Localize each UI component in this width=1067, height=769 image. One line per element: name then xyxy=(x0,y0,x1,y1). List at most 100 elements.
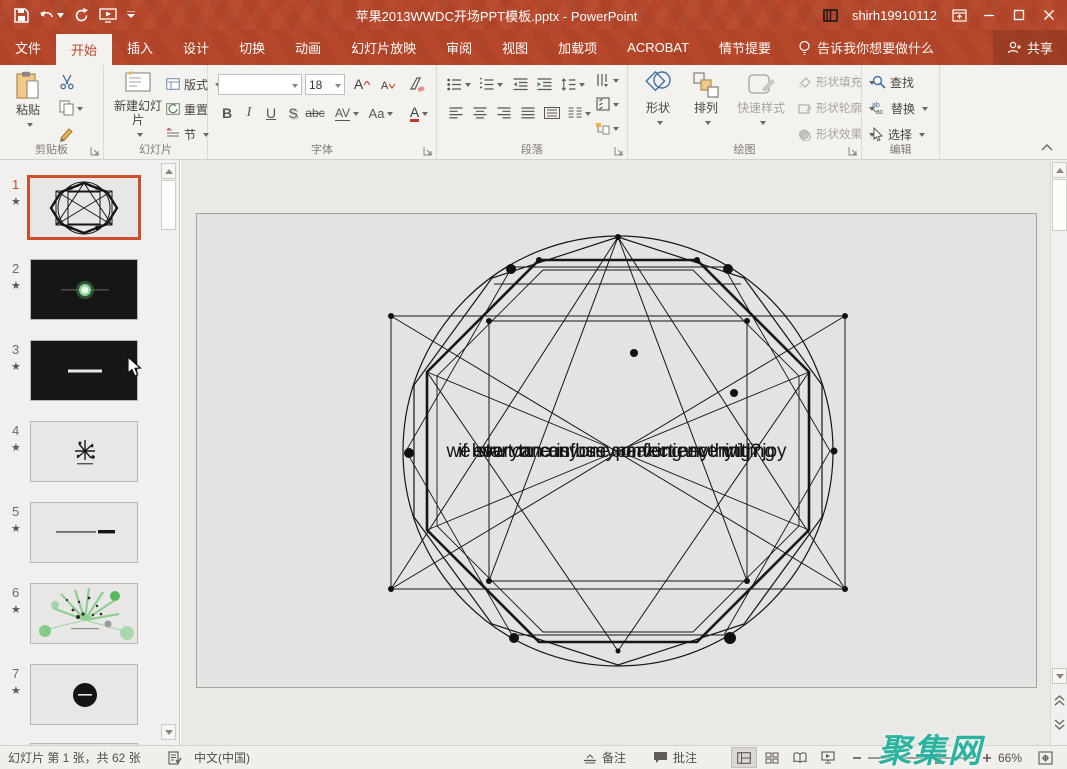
slide-thumbnail-6[interactable]: 6 ★ xyxy=(0,583,160,653)
tab-file[interactable]: 文件 xyxy=(0,30,56,65)
font-dialog-launcher[interactable] xyxy=(423,146,433,156)
font-color-button[interactable]: A xyxy=(404,102,434,124)
tab-design[interactable]: 设计 xyxy=(168,30,224,65)
columns-button[interactable] xyxy=(565,102,593,124)
repeat-button[interactable] xyxy=(74,8,89,23)
slideshow-view-button[interactable] xyxy=(815,747,841,768)
grow-font-button[interactable]: A xyxy=(351,73,373,95)
replace-button[interactable]: abac 替换 xyxy=(872,97,928,119)
language-indicator[interactable]: 中文(中国) xyxy=(194,746,250,769)
slide-thumbnail-1[interactable]: 1 ★ xyxy=(0,175,160,245)
tab-view[interactable]: 视图 xyxy=(487,30,543,65)
line-spacing-button[interactable] xyxy=(559,73,587,95)
start-slideshow-button[interactable] xyxy=(99,8,117,23)
paste-button[interactable]: 粘贴 xyxy=(6,71,50,128)
slide-thumbnail-7[interactable]: 7 ★ xyxy=(0,664,160,734)
shrink-font-button[interactable]: A xyxy=(377,75,399,97)
tab-addins[interactable]: 加载项 xyxy=(543,30,612,65)
font-size-dropdown-icon[interactable] xyxy=(332,78,341,92)
normal-view-button[interactable] xyxy=(731,747,757,768)
user-name[interactable]: shirh19910112 xyxy=(852,8,937,23)
slide-thumbnail-image[interactable] xyxy=(30,502,138,563)
spell-check-button[interactable] xyxy=(168,746,182,769)
tab-storyboard[interactable]: 情节提要 xyxy=(704,30,786,65)
copy-button[interactable] xyxy=(56,97,86,119)
change-case-button[interactable]: Aa xyxy=(366,102,396,124)
tab-insert[interactable]: 插入 xyxy=(112,30,168,65)
tab-home[interactable]: 开始 xyxy=(56,34,112,65)
comments-button[interactable]: 批注 xyxy=(653,746,697,769)
text-shadow-button[interactable]: S xyxy=(282,102,304,124)
canvas-scroll-up-button[interactable] xyxy=(1052,162,1067,178)
share-button[interactable]: 共享 xyxy=(993,30,1067,65)
tab-acrobat[interactable]: ACROBAT xyxy=(612,30,704,65)
tab-transitions[interactable]: 切换 xyxy=(224,30,280,65)
find-button[interactable]: 查找 xyxy=(872,71,914,93)
text-direction-button[interactable] xyxy=(593,69,621,91)
canvas-scroll-thumb[interactable] xyxy=(1052,179,1067,231)
slide-thumbnail-image[interactable] xyxy=(30,259,138,320)
shapes-button[interactable]: 形状 xyxy=(636,71,680,126)
tab-animations[interactable]: 动画 xyxy=(280,30,336,65)
slide-thumbnail-image[interactable] xyxy=(27,175,141,240)
convert-to-smartart-button[interactable] xyxy=(593,117,621,139)
character-spacing-button[interactable]: AV xyxy=(332,102,362,124)
save-button[interactable] xyxy=(14,8,29,23)
slide-thumbnail-5[interactable]: 5 ★ xyxy=(0,502,160,572)
thumb-scroll-thumb[interactable] xyxy=(161,180,176,230)
distributed-button[interactable] xyxy=(541,102,563,124)
slide-counter[interactable]: 幻灯片 第 1 张，共 62 张 xyxy=(8,746,141,769)
align-right-button[interactable] xyxy=(493,102,515,124)
drawing-dialog-launcher[interactable] xyxy=(848,146,858,156)
numbering-button[interactable] xyxy=(477,73,505,95)
customize-qat-button[interactable] xyxy=(127,11,135,19)
slide-thumbnail-image[interactable] xyxy=(30,583,138,644)
align-text-button[interactable] xyxy=(593,93,621,115)
slide-sorter-view-button[interactable] xyxy=(759,747,785,768)
minimize-button[interactable] xyxy=(981,7,997,23)
new-slide-button[interactable]: 新建幻灯片 xyxy=(112,71,164,138)
underline-button[interactable]: U xyxy=(260,102,282,124)
zoom-out-button[interactable] xyxy=(852,746,862,769)
close-button[interactable] xyxy=(1041,7,1057,23)
bold-button[interactable]: B xyxy=(216,102,238,124)
align-center-button[interactable] xyxy=(469,102,491,124)
previous-slide-button[interactable] xyxy=(1052,692,1067,708)
canvas-scrollbar[interactable] xyxy=(1050,160,1067,745)
slide-text-layer-3[interactable]: we start to confuse convenience with joy xyxy=(197,442,1036,461)
zoom-in-button[interactable] xyxy=(982,746,992,769)
italic-button[interactable]: I xyxy=(238,102,260,124)
strikethrough-button[interactable]: abc xyxy=(304,102,326,124)
undo-button[interactable] xyxy=(39,8,64,22)
zoom-percentage[interactable]: 66% xyxy=(998,746,1022,769)
thumb-scroll-down-button[interactable] xyxy=(161,724,176,740)
paragraph-dialog-launcher[interactable] xyxy=(614,146,624,156)
decrease-indent-button[interactable] xyxy=(509,73,531,95)
slide-1-canvas[interactable]: if everyone is busy making everything ho… xyxy=(196,213,1037,688)
canvas-scroll-down-button[interactable] xyxy=(1052,668,1067,684)
reading-view-button[interactable] xyxy=(787,747,813,768)
cut-button[interactable] xyxy=(56,71,78,93)
bullets-button[interactable] xyxy=(445,73,473,95)
arrange-button[interactable]: 排列 xyxy=(684,71,728,126)
fit-to-window-button[interactable] xyxy=(1038,746,1053,769)
increase-indent-button[interactable] xyxy=(533,73,555,95)
tab-slideshow[interactable]: 幻灯片放映 xyxy=(336,30,431,65)
justify-button[interactable] xyxy=(517,102,539,124)
reset-button[interactable]: 重置 xyxy=(166,98,208,120)
ribbon-display-options-button[interactable] xyxy=(951,7,967,23)
align-left-button[interactable] xyxy=(445,102,467,124)
tab-review[interactable]: 审阅 xyxy=(431,30,487,65)
tell-me-box[interactable]: 告诉我你想要做什么 xyxy=(786,30,946,65)
font-name-dropdown-icon[interactable] xyxy=(289,78,298,92)
next-slide-button[interactable] xyxy=(1052,716,1067,732)
collapse-ribbon-button[interactable] xyxy=(1041,143,1053,151)
quick-styles-button[interactable]: 快速样式 xyxy=(732,71,790,126)
maximize-button[interactable] xyxy=(1011,7,1027,23)
slide-thumbnail-2[interactable]: 2 ★ xyxy=(0,259,160,329)
font-name-combo[interactable] xyxy=(218,74,302,95)
thumb-scroll-up-button[interactable] xyxy=(161,163,176,179)
clipboard-dialog-launcher[interactable] xyxy=(90,146,100,156)
slide-thumbnail-4[interactable]: 4 ★ xyxy=(0,421,160,491)
clear-formatting-button[interactable] xyxy=(406,73,428,95)
